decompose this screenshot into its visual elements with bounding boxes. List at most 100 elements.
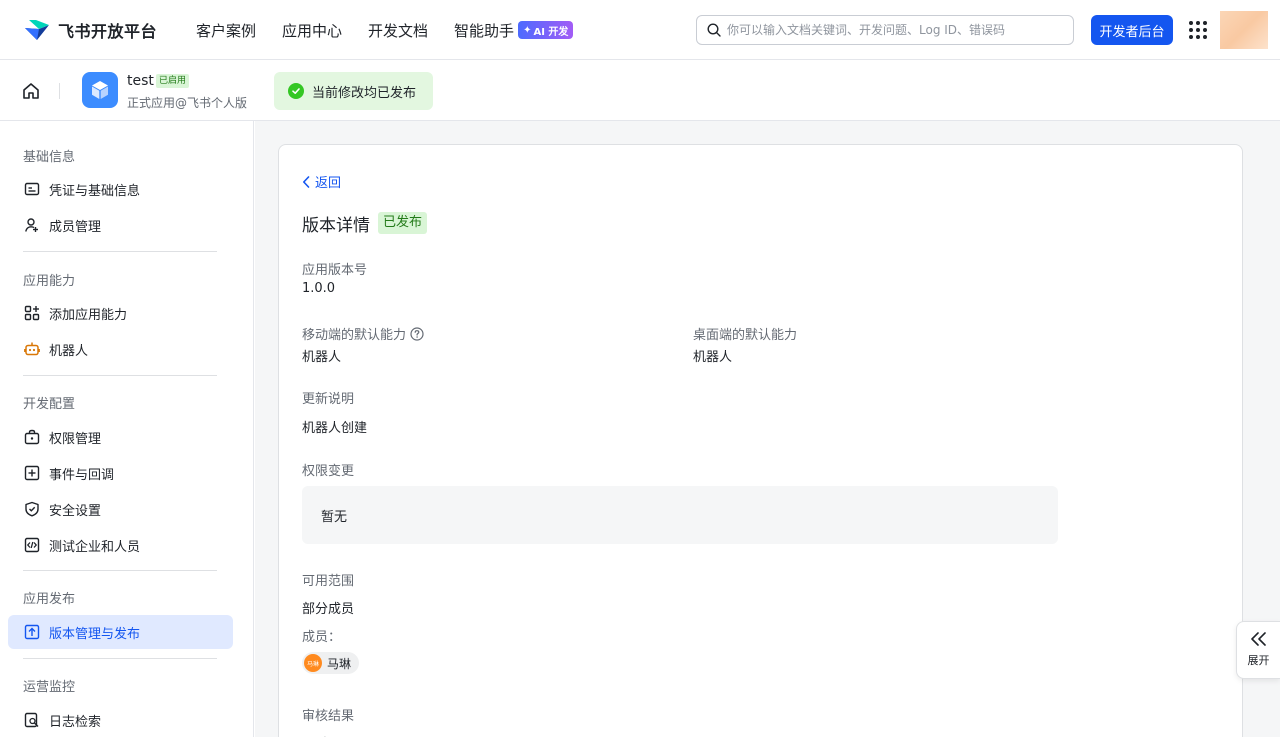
nav-ai-assistant[interactable]: 智能助手 ✦ AI 开发	[454, 20, 574, 41]
permission-change-value: 暂无	[321, 509, 348, 525]
sidebar-divider	[23, 251, 217, 252]
back-label: 返回	[315, 176, 342, 191]
bot-icon	[23, 340, 41, 358]
sidebar-item-label: 日志检索	[49, 714, 102, 730]
help-icon[interactable]	[410, 326, 424, 341]
version-number-value: 1.0.0	[302, 281, 336, 296]
member-chip[interactable]: 马琳 马琳	[302, 652, 360, 674]
scope-value: 部分成员	[302, 602, 355, 617]
member-avatar: 马琳	[304, 654, 322, 672]
app-header: test 已启用 正式应用@飞书个人版 当前修改均已发布	[0, 60, 1280, 121]
review-result-value: 通过	[302, 733, 328, 737]
sidebar-item-label: 测试企业和人员	[49, 539, 141, 555]
app-type: 正式应用@飞书个人版	[127, 96, 248, 110]
sidebar-item-events[interactable]: 事件与回调	[8, 456, 233, 490]
sidebar-item-bot[interactable]: 机器人	[8, 332, 233, 366]
nav-dev-docs[interactable]: 开发文档	[368, 20, 428, 41]
scope-label: 可用范围	[302, 574, 355, 589]
add-capability-icon	[23, 304, 41, 322]
sidebar-divider	[23, 375, 217, 376]
sparkle-icon: ✦	[523, 24, 532, 36]
member-icon	[23, 216, 41, 234]
sidebar-item-permissions[interactable]: 权限管理	[8, 420, 233, 454]
platform-logo[interactable]: 飞书开放平台	[24, 18, 157, 42]
sidebar-item-credentials[interactable]: 凭证与基础信息	[8, 172, 233, 206]
sidebar-item-label: 权限管理	[49, 431, 102, 447]
desktop-default-value: 机器人	[693, 350, 733, 365]
sidebar-item-add-capability[interactable]: 添加应用能力	[8, 296, 233, 330]
ai-dev-badge: ✦ AI 开发	[518, 21, 574, 39]
top-nav-bar: 飞书开放平台 客户案例 应用中心 开发文档 智能助手✦AI 开发 开发者后台	[0, 0, 1280, 60]
sidebar: 基础信息 凭证与基础信息 成员管理 应用能力 添加应用能力 机器人 开发配置 权…	[0, 121, 254, 737]
expand-panel-button[interactable]: 展开	[1236, 621, 1280, 679]
chevron-left-icon	[303, 175, 310, 188]
search-icon	[707, 23, 721, 37]
expand-label: 展开	[1247, 654, 1270, 667]
nav-ai-assistant-label: 智能助手	[454, 21, 515, 40]
event-icon	[23, 464, 41, 482]
sidebar-item-label: 版本管理与发布	[49, 626, 141, 642]
member-name: 马琳	[327, 656, 352, 671]
sidebar-group-capabilities: 应用能力	[23, 274, 76, 289]
version-detail-card: 返回 版本详情 已发布 应用版本号 1.0.0 移动端的默认能力 机器人 桌面端…	[278, 144, 1243, 737]
sidebar-divider	[23, 658, 217, 659]
credential-icon	[23, 180, 41, 198]
cube-icon	[92, 81, 108, 99]
permission-change-label: 权限变更	[302, 464, 355, 479]
release-notes-value: 机器人创建	[302, 421, 368, 436]
shield-icon	[23, 500, 41, 518]
search-input[interactable]	[727, 23, 1073, 37]
sidebar-group-dev-config: 开发配置	[23, 397, 76, 412]
nav-app-center[interactable]: 应用中心	[282, 20, 342, 41]
sidebar-item-label: 凭证与基础信息	[49, 183, 141, 199]
mobile-default-label: 移动端的默认能力	[302, 324, 424, 343]
sidebar-group-publish: 应用发布	[23, 592, 76, 607]
publish-status-text: 当前修改均已发布	[312, 85, 417, 101]
version-number-label: 应用版本号	[302, 263, 368, 278]
appbar-divider	[59, 83, 60, 99]
main-nav: 客户案例 应用中心 开发文档 智能助手 ✦ AI 开发	[196, 0, 599, 60]
mobile-default-label-text: 移动端的默认能力	[302, 328, 407, 343]
permission-change-box: 暂无	[302, 486, 1058, 544]
app-status-badge: 已启用	[156, 74, 190, 88]
sidebar-item-label: 机器人	[49, 343, 89, 359]
back-link[interactable]: 返回	[302, 172, 341, 191]
sidebar-item-label: 事件与回调	[49, 467, 115, 483]
check-circle-icon	[288, 83, 304, 99]
main-content: 返回 版本详情 已发布 应用版本号 1.0.0 移动端的默认能力 机器人 桌面端…	[255, 121, 1280, 737]
sidebar-item-members[interactable]: 成员管理	[8, 208, 233, 242]
developer-console-button[interactable]: 开发者后台	[1091, 15, 1173, 45]
double-chevron-left-icon	[1250, 632, 1266, 646]
feishu-logo-icon	[25, 20, 49, 40]
search-box[interactable]	[696, 15, 1074, 45]
app-grid-icon[interactable]	[1189, 21, 1207, 39]
desktop-default-label: 桌面端的默认能力	[693, 328, 798, 343]
sidebar-item-log-search[interactable]: 日志检索	[8, 703, 233, 737]
page-title: 版本详情	[302, 216, 370, 236]
log-search-icon	[23, 711, 41, 729]
ai-dev-badge-label: AI 开发	[533, 26, 569, 38]
home-icon[interactable]	[21, 81, 41, 101]
user-avatar[interactable]	[1220, 11, 1268, 49]
permission-icon	[23, 428, 41, 446]
release-notes-label: 更新说明	[302, 392, 355, 407]
publish-status-banner: 当前修改均已发布	[274, 72, 433, 110]
sidebar-item-label: 成员管理	[49, 219, 102, 235]
platform-name: 飞书开放平台	[58, 22, 158, 41]
members-label: 成员：	[302, 630, 342, 645]
sidebar-item-test-users[interactable]: 测试企业和人员	[8, 528, 233, 562]
sidebar-group-basic-info: 基础信息	[23, 150, 76, 165]
sidebar-item-label: 安全设置	[49, 503, 102, 519]
version-status-badge: 已发布	[378, 212, 428, 234]
app-icon	[82, 72, 118, 108]
review-result-label: 审核结果	[302, 709, 355, 724]
sidebar-item-security[interactable]: 安全设置	[8, 492, 233, 526]
code-icon	[23, 536, 41, 554]
mobile-default-value: 机器人	[302, 350, 342, 365]
upload-icon	[23, 623, 41, 641]
sidebar-item-label: 添加应用能力	[49, 307, 128, 323]
nav-customer-cases[interactable]: 客户案例	[196, 20, 256, 41]
sidebar-group-monitoring: 运营监控	[23, 680, 76, 695]
sidebar-item-version-management[interactable]: 版本管理与发布	[8, 615, 233, 649]
app-name: test	[127, 73, 154, 89]
